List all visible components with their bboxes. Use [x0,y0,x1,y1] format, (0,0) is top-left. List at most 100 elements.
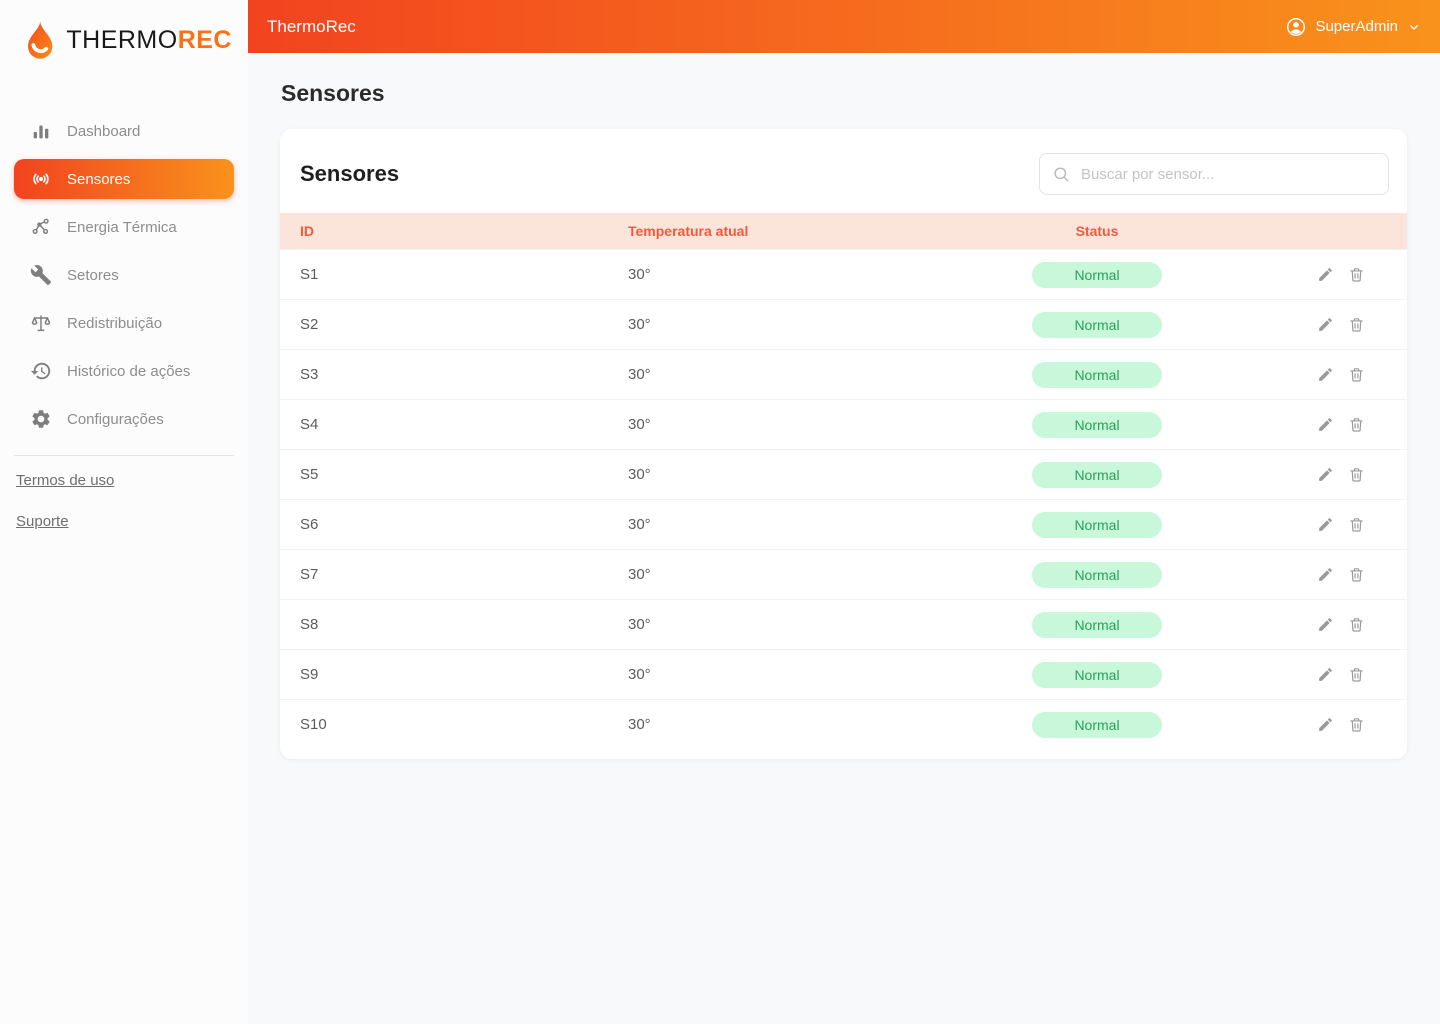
delete-icon[interactable] [1348,316,1365,333]
topbar: ThermoRec SuperAdmin [248,0,1440,53]
sidebar-item-setores[interactable]: Setores [14,251,234,299]
delete-icon[interactable] [1348,566,1365,583]
table-row: S9 30° Normal [280,649,1407,699]
edit-icon[interactable] [1317,516,1334,533]
sensor-temperature: 30° [628,366,651,383]
edit-icon[interactable] [1317,366,1334,383]
sidebar-item-redistribuicao[interactable]: Redistribuição [14,299,234,347]
wrench-icon [30,264,52,286]
sensor-id: S3 [300,366,319,383]
edit-icon[interactable] [1317,316,1334,333]
sensor-id: S9 [300,666,319,683]
search-input[interactable] [1081,165,1376,183]
sidebar-item-sensores[interactable]: Sensores [14,159,234,199]
edit-icon[interactable] [1317,566,1334,583]
table-row: S10 30° Normal [280,699,1407,749]
sidebar-item-energia-termica[interactable]: Energia Térmica [14,203,234,251]
brand-name: THERMOREC [66,26,232,55]
brand-name-accent: REC [177,26,232,54]
sensor-temperature: 30° [628,666,651,683]
edit-icon[interactable] [1317,266,1334,283]
bar-chart-icon [30,120,52,142]
table-row: S6 30° Normal [280,499,1407,549]
sidebar: THERMOREC Dashboard Sensores Energia Tér… [0,0,248,1024]
sensor-temperature: 30° [628,716,651,733]
status-badge: Normal [1032,661,1162,688]
history-clock-icon [30,360,52,382]
status-badge: Normal [1032,361,1162,388]
sensor-temperature: 30° [628,516,651,533]
user-name: SuperAdmin [1315,18,1398,35]
delete-icon[interactable] [1348,616,1365,633]
sidebar-item-historico[interactable]: Histórico de ações [14,347,234,395]
sensor-id: S4 [300,416,319,433]
panel-header: Sensores [280,129,1407,213]
status-badge: Normal [1032,411,1162,438]
sidebar-item-label: Redistribuição [67,314,163,332]
status-badge: Normal [1032,311,1162,338]
sensors-panel: Sensores ID Temperatura atual Status S1 … [280,129,1407,759]
table-row: S7 30° Normal [280,549,1407,599]
sensor-id: S10 [300,716,327,733]
sensor-id: S1 [300,266,319,283]
search-box [1039,153,1389,195]
chevron-down-icon [1406,19,1422,35]
sensor-id: S6 [300,516,319,533]
gear-icon [30,408,52,430]
sidebar-item-label: Histórico de ações [67,362,191,380]
delete-icon[interactable] [1348,466,1365,483]
main-content: Sensores Sensores ID Temperatura atual S… [248,0,1440,759]
table-row: S4 30° Normal [280,399,1407,449]
brand-name-primary: THERMO [66,26,178,54]
user-avatar-icon [1285,16,1307,38]
brand-logo: THERMOREC [0,0,248,77]
column-header-id: ID [300,223,314,239]
sidebar-item-label: Dashboard [67,122,141,140]
delete-icon[interactable] [1348,416,1365,433]
sensor-temperature: 30° [628,466,651,483]
delete-icon[interactable] [1348,716,1365,733]
table-row: S2 30° Normal [280,299,1407,349]
column-header-status: Status [1075,223,1119,239]
sensor-id: S7 [300,566,319,583]
delete-icon[interactable] [1348,666,1365,683]
sensor-temperature: 30° [628,316,651,333]
table-row: S1 30° Normal [280,249,1407,299]
delete-icon[interactable] [1348,266,1365,283]
edit-icon[interactable] [1317,416,1334,433]
status-badge: Normal [1032,611,1162,638]
status-badge: Normal [1032,261,1162,288]
sensor-temperature: 30° [628,266,651,283]
balance-scale-icon [30,312,52,334]
sidebar-menu: Dashboard Sensores Energia Térmica Setor… [0,107,248,443]
column-header-temperature: Temperatura atual [628,223,749,239]
sidebar-item-configuracoes[interactable]: Configurações [14,395,234,443]
edit-icon[interactable] [1317,666,1334,683]
sidebar-item-label: Configurações [67,410,164,428]
sensor-id: S8 [300,616,319,633]
sensor-id: S5 [300,466,319,483]
edit-icon[interactable] [1317,716,1334,733]
sensor-temperature: 30° [628,616,651,633]
edit-icon[interactable] [1317,466,1334,483]
page-title: Sensores [281,80,385,106]
status-badge: Normal [1032,511,1162,538]
search-icon [1052,165,1071,184]
table-header-row: ID Temperatura atual Status [280,213,1407,249]
table-row: S3 30° Normal [280,349,1407,399]
topbar-title: ThermoRec [267,16,356,36]
delete-icon[interactable] [1348,366,1365,383]
support-link[interactable]: Suporte [16,497,69,538]
status-badge: Normal [1032,561,1162,588]
table-row: S5 30° Normal [280,449,1407,499]
sidebar-item-dashboard[interactable]: Dashboard [14,107,234,155]
terms-of-use-link[interactable]: Termos de uso [16,456,114,497]
sensor-broadcast-icon [30,168,52,190]
sensor-temperature: 30° [628,566,651,583]
panel-title: Sensores [300,161,400,186]
user-menu[interactable]: SuperAdmin [1285,16,1422,38]
edit-icon[interactable] [1317,616,1334,633]
delete-icon[interactable] [1348,516,1365,533]
sidebar-item-label: Setores [67,266,119,284]
flame-icon [22,18,58,63]
